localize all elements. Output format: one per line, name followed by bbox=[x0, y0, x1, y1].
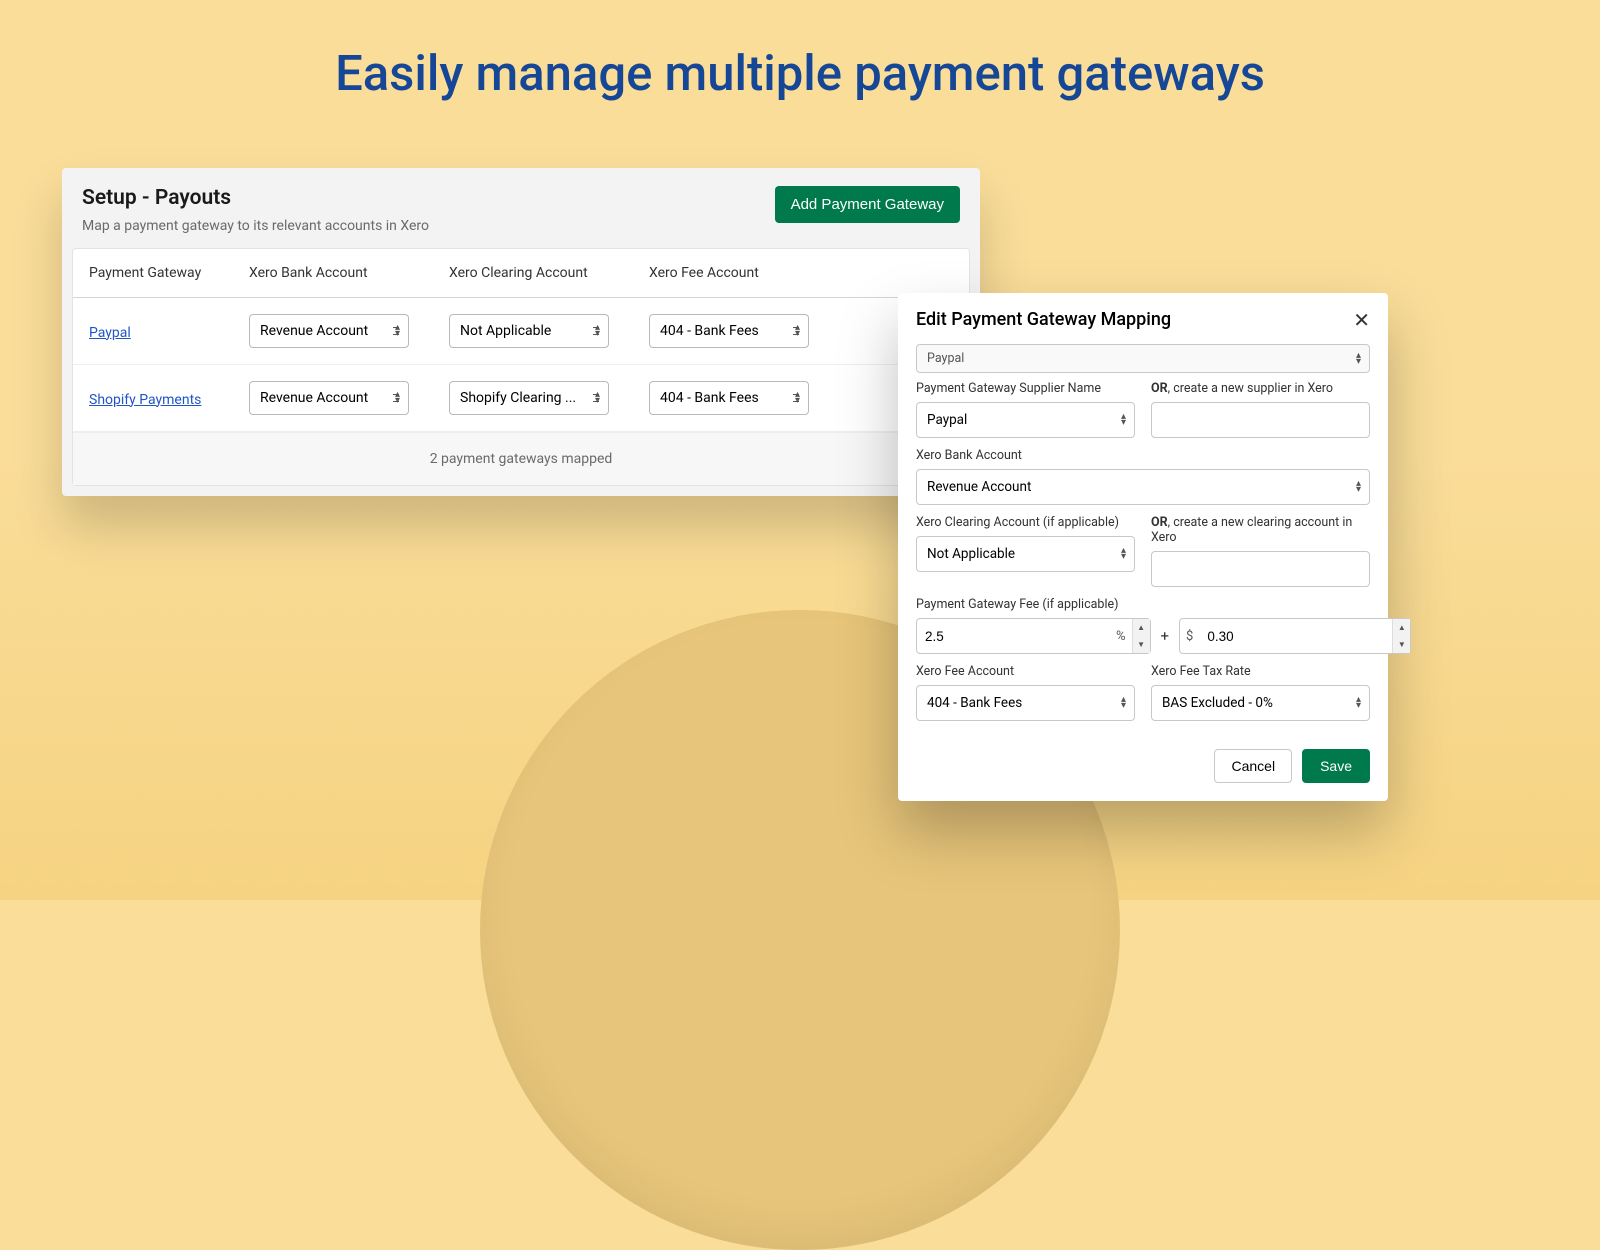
chevron-updown-icon: ▴▾ bbox=[1356, 697, 1361, 709]
fee-percent-input[interactable]: % ▲▼ bbox=[916, 618, 1151, 654]
save-button[interactable]: Save bbox=[1302, 749, 1370, 783]
label-or-new-clearing: OR, create a new clearing account in Xer… bbox=[1151, 515, 1370, 545]
panel-subtitle: Map a payment gateway to its relevant ac… bbox=[82, 218, 429, 234]
col-xero-clearing-account: Xero Clearing Account bbox=[449, 265, 649, 281]
gateways-table: Payment Gateway Xero Bank Account Xero C… bbox=[72, 248, 970, 486]
number-stepper[interactable]: ▲▼ bbox=[1132, 619, 1150, 653]
add-payment-gateway-button[interactable]: Add Payment Gateway bbox=[775, 186, 960, 223]
label-bank-account: Xero Bank Account bbox=[916, 448, 1370, 463]
chevron-updown-icon: ▴▾ bbox=[1121, 548, 1126, 560]
bank-account-select[interactable]: Revenue Account▴▾ bbox=[249, 381, 409, 415]
supplier-name-select[interactable]: Paypal ▴▾ bbox=[916, 402, 1135, 438]
hero-title: Easily manage multiple payment gateways bbox=[0, 0, 1600, 102]
payouts-setup-panel: Setup - Payouts Map a payment gateway to… bbox=[62, 168, 980, 496]
bank-account-select[interactable]: Revenue Account▴▾ bbox=[249, 314, 409, 348]
col-payment-gateway: Payment Gateway bbox=[89, 265, 249, 281]
fee-flat-input[interactable]: $ ▲▼ bbox=[1179, 618, 1411, 654]
chevron-updown-icon: ▴▾ bbox=[595, 392, 600, 404]
number-stepper[interactable]: ▲▼ bbox=[1392, 619, 1410, 653]
new-supplier-input[interactable] bbox=[1151, 402, 1370, 438]
cancel-button[interactable]: Cancel bbox=[1214, 749, 1292, 783]
col-xero-bank-account: Xero Bank Account bbox=[249, 265, 449, 281]
label-clearing-account: Xero Clearing Account (if applicable) bbox=[916, 515, 1135, 530]
chevron-updown-icon: ▴▾ bbox=[395, 392, 400, 404]
chevron-updown-icon: ▴▾ bbox=[795, 325, 800, 337]
gateway-link-shopify[interactable]: Shopify Payments bbox=[89, 392, 201, 408]
chevron-updown-icon: ▴▾ bbox=[1121, 414, 1126, 426]
bank-account-select-modal[interactable]: Revenue Account ▴▾ bbox=[916, 469, 1370, 505]
label-tax-rate: Xero Fee Tax Rate bbox=[1151, 664, 1370, 679]
label-or-new-supplier: OR, create a new supplier in Xero bbox=[1151, 381, 1370, 396]
chevron-updown-icon: ▴▾ bbox=[595, 325, 600, 337]
table-row: Shopify Payments Revenue Account▴▾ Shopi… bbox=[73, 365, 969, 432]
chevron-updown-icon: ▴▾ bbox=[1356, 481, 1361, 493]
edit-gateway-mapping-modal: Edit Payment Gateway Mapping ✕ Paypal ▴▾… bbox=[898, 293, 1388, 801]
new-clearing-input[interactable] bbox=[1151, 551, 1370, 587]
gateway-link-paypal[interactable]: Paypal bbox=[89, 325, 131, 341]
clearing-account-select[interactable]: Not Applicable▴▾ bbox=[449, 314, 609, 348]
modal-title: Edit Payment Gateway Mapping bbox=[916, 309, 1171, 330]
label-gateway-fee: Payment Gateway Fee (if applicable) bbox=[916, 597, 1370, 612]
label-supplier-name: Payment Gateway Supplier Name bbox=[916, 381, 1135, 396]
fee-account-select-modal[interactable]: 404 - Bank Fees ▴▾ bbox=[916, 685, 1135, 721]
plus-icon: + bbox=[1161, 627, 1170, 645]
chevron-updown-icon: ▴▾ bbox=[1356, 353, 1361, 365]
clearing-account-select-modal[interactable]: Not Applicable ▴▾ bbox=[916, 536, 1135, 572]
label-fee-account: Xero Fee Account bbox=[916, 664, 1135, 679]
chevron-updown-icon: ▴▾ bbox=[395, 325, 400, 337]
table-row: Paypal Revenue Account▴▾ Not Applicable▴… bbox=[73, 298, 969, 365]
gateway-select[interactable]: Paypal ▴▾ bbox=[916, 344, 1370, 373]
fee-account-select[interactable]: 404 - Bank Fees▴▾ bbox=[649, 314, 809, 348]
close-icon[interactable]: ✕ bbox=[1353, 310, 1370, 330]
table-footer-text: 2 payment gateways mapped bbox=[73, 432, 969, 485]
currency-prefix: $ bbox=[1180, 629, 1199, 644]
fee-account-select[interactable]: 404 - Bank Fees▴▾ bbox=[649, 381, 809, 415]
chevron-updown-icon: ▴▾ bbox=[1121, 697, 1126, 709]
percent-suffix: % bbox=[1110, 629, 1132, 644]
chevron-updown-icon: ▴▾ bbox=[795, 392, 800, 404]
col-xero-fee-account: Xero Fee Account bbox=[649, 265, 849, 281]
clearing-account-select[interactable]: Shopify Clearing ...▴▾ bbox=[449, 381, 609, 415]
tax-rate-select[interactable]: BAS Excluded - 0% ▴▾ bbox=[1151, 685, 1370, 721]
panel-title: Setup - Payouts bbox=[82, 186, 429, 210]
